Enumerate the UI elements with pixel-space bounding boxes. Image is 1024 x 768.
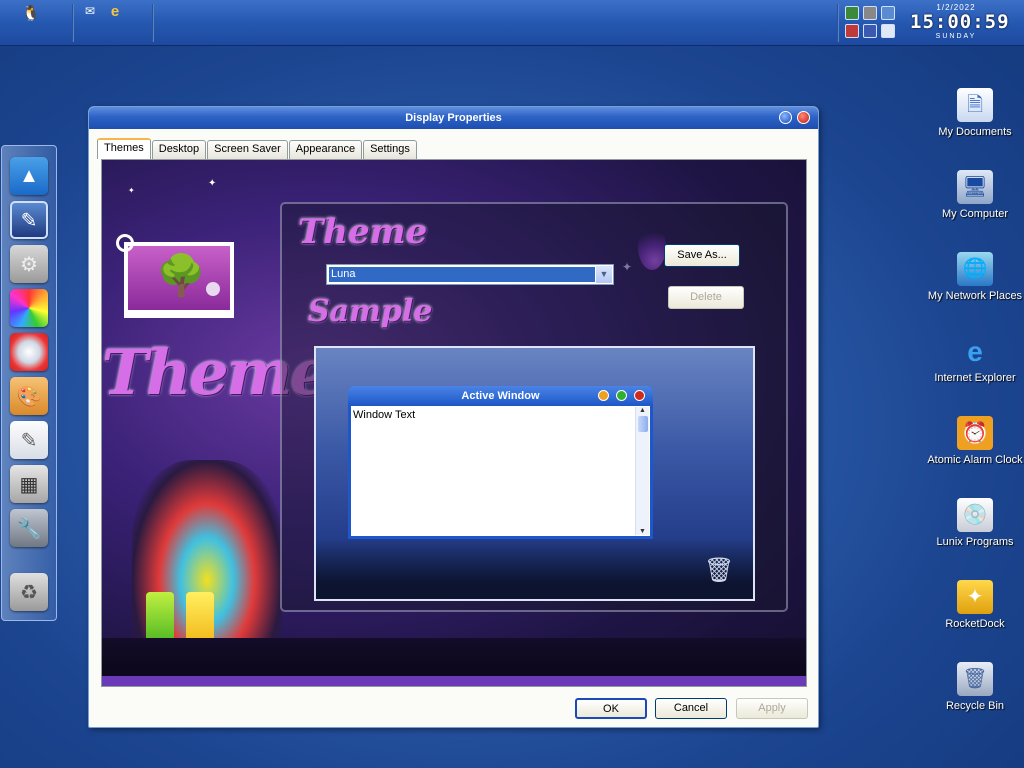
desktop-icon-lunix-programs[interactable]: 💿 Lunix Programs [927,498,1023,549]
arch-linux-icon[interactable]: ▲ [10,157,48,195]
desktop-icon-label: My Computer [941,208,1009,220]
tray-security-icon[interactable] [845,24,859,38]
themes-panel: ✦ ✦ ✦ 🌳 Themes Theme Sample Luna ▼ Save … [101,159,807,687]
display-properties-dialog: Display Properties Themes Desktop Screen… [88,106,819,728]
desktop-icon-alarm-clock[interactable]: ⏰ Atomic Alarm Clock [927,416,1023,467]
desktop-icon-my-computer[interactable]: 🖥 My Computer [927,170,1023,221]
desktop-icon-my-documents[interactable]: 🗎 My Documents [927,88,1023,139]
desktop-icon-label: My Network Places [927,290,1023,302]
my-computer-icon: 🖥 [957,170,993,204]
recycle-bin-icon: 🗑 [957,662,993,696]
display-properties-icon[interactable]: ✎ [10,201,48,239]
gears-icon[interactable]: ⚙ [10,245,48,283]
tab-themes[interactable]: Themes [97,138,151,159]
tree-silhouette-icon: 🌳 [156,254,206,298]
delete-button[interactable]: Delete [668,286,744,309]
sample-scrollbar: ▲ ▼ [635,407,649,535]
tray-network-icon[interactable] [863,6,877,20]
tab-settings[interactable]: Settings [363,140,417,159]
desktop-icon-network-places[interactable]: 🌐 My Network Places [927,252,1023,303]
close-icon [634,390,645,401]
desktop-icon-label: Lunix Programs [936,536,1014,548]
sample-heading: Sample [308,294,433,329]
lunix-programs-icon: 💿 [957,498,993,532]
browser-globe-icon[interactable] [10,333,48,371]
sample-window-text: Window Text [353,409,416,421]
tray-monitor-icon[interactable] [863,24,877,38]
dialog-title: Display Properties [405,112,502,124]
scrollbar-thumb [637,416,648,432]
tree-photo-frame: 🌳 [124,242,234,314]
apply-button[interactable]: Apply [736,698,808,719]
taskbar-clock[interactable]: 1/2/2022 15:00:59 SUNDAY [910,3,1010,40]
desktop-icon-label: Atomic Alarm Clock [927,454,1023,466]
tray-window-icon[interactable] [881,24,895,38]
close-button[interactable] [797,111,810,124]
star-sparkle: ✦ [128,186,135,195]
tab-appearance[interactable]: Appearance [288,140,363,159]
tab-desktop[interactable]: Desktop [151,140,207,159]
scrollbar-up-arrow-icon: ▲ [639,407,646,414]
taskbar-separator [72,4,74,42]
themes-artwork: ✦ ✦ ✦ 🌳 Themes Theme Sample Luna ▼ Save … [102,160,806,686]
sample-recycle-bin-icon: 🗑 [704,557,735,584]
clock-day: SUNDAY [935,33,977,40]
desktop-icon-rocketdock[interactable]: ✦ RocketDock [927,580,1023,631]
scrollbar-down-arrow-icon: ▼ [639,528,646,535]
quicklaunch-internet-explorer-icon[interactable]: e [106,1,124,21]
save-as-button[interactable]: Save As... [664,244,740,267]
clock-time: 15:00:59 [910,11,1010,33]
ok-button[interactable]: OK [575,698,647,719]
calculator-icon[interactable]: ▦ [10,465,48,503]
theme-heading: Theme [298,212,428,252]
taskbar-separator [837,4,839,42]
theme-sample-preview: Active Window Window Text ▲ ▼ 🗑 [314,346,755,601]
left-dock: ▲ ✎ ⚙ 🎨 ✎ ▦ 🔧 ♻ [1,145,57,621]
desktop-icon-label: RocketDock [945,618,1005,630]
tray-display-icon[interactable] [881,6,895,20]
dialog-titlebar[interactable]: Display Properties [89,107,818,129]
paint-palette-icon[interactable]: 🎨 [10,377,48,415]
color-wheel-icon[interactable] [10,289,48,327]
tab-bar: Themes Desktop Screen Saver Appearance S… [97,137,418,159]
desktop-icon-internet-explorer[interactable]: e Internet Explorer [927,334,1023,385]
sample-window-title: Active Window [461,390,540,402]
notepad-icon[interactable]: ✎ [10,421,48,459]
alarm-clock-icon: ⏰ [957,416,993,450]
tab-screen-saver[interactable]: Screen Saver [207,140,288,159]
quicklaunch-mail-icon[interactable]: ✉ [82,2,98,20]
cancel-button[interactable]: Cancel [655,698,727,719]
taskbar-separator [152,4,154,42]
chevron-down-icon[interactable]: ▼ [596,266,612,283]
moon-shape [206,282,220,296]
desktop-icon-label: Recycle Bin [945,700,1005,712]
minimize-icon [598,390,609,401]
sample-active-window: Active Window Window Text ▲ ▼ [348,386,653,539]
desktop-icon-label: Internet Explorer [934,372,1016,384]
purple-horizon-strip [102,676,806,686]
recycle-bin-icon[interactable]: ♻ [10,573,48,611]
theme-select[interactable]: Luna ▼ [326,264,614,285]
desktop-icon-recycle-bin[interactable]: 🗑 Recycle Bin [927,662,1023,713]
penguin-start-icon[interactable]: 🐧 [18,2,44,24]
theme-select-value: Luna [328,266,596,283]
star-sparkle: ✦ [208,178,217,189]
ring-decoration [116,234,134,252]
my-documents-icon: 🗎 [957,88,993,122]
internet-explorer-icon: e [967,335,983,367]
sample-window-titlebar: Active Window [348,386,653,406]
maximize-icon [616,390,627,401]
desktop-icon-label: My Documents [938,126,1012,138]
rocketdock-icon: ✦ [957,580,993,614]
network-places-icon: 🌐 [957,252,993,286]
tools-icon[interactable]: 🔧 [10,509,48,547]
sample-tree-silhouette [316,538,753,599]
help-button[interactable] [779,111,792,124]
top-taskbar: 🐧 ✉ e 1/2/2022 15:00:59 SUNDAY [0,0,1024,46]
tray-tv-icon[interactable] [845,6,859,20]
